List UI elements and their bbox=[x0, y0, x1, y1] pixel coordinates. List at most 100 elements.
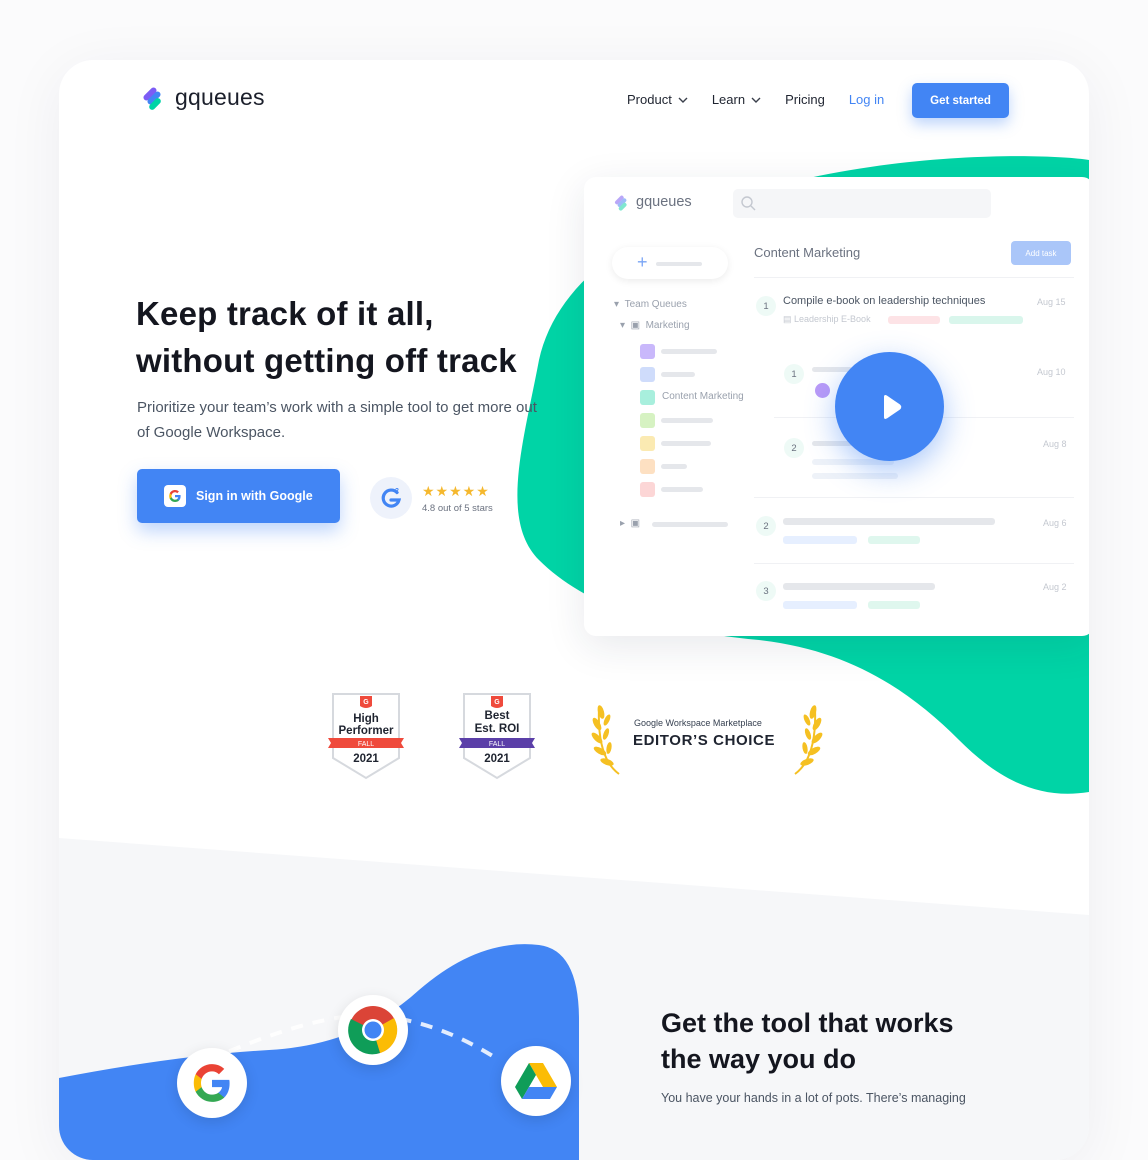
google-integration-icon bbox=[177, 1048, 247, 1118]
tag-pill bbox=[888, 316, 940, 324]
badge-bottom-text: Est. ROI bbox=[475, 723, 520, 735]
badge-bottom-text: Performer bbox=[339, 725, 394, 737]
placeholder-bar bbox=[783, 518, 995, 525]
g2-icon: 2 bbox=[370, 477, 412, 519]
queue-title: Content Marketing bbox=[754, 245, 861, 260]
nav-pricing[interactable]: Pricing bbox=[785, 92, 825, 107]
placeholder-bar bbox=[812, 441, 852, 446]
play-video-button[interactable] bbox=[835, 352, 944, 461]
task-date: Aug 15 bbox=[1037, 297, 1066, 307]
rating-text: 4.8 out of 5 stars bbox=[422, 502, 493, 514]
tag-pill bbox=[783, 601, 857, 609]
avatar bbox=[815, 383, 830, 398]
queue-color-square bbox=[640, 413, 655, 428]
editors-choice-big: EDITOR’S CHOICE bbox=[633, 732, 776, 749]
get-started-button[interactable]: Get started bbox=[912, 83, 1009, 118]
chrome-icon bbox=[348, 1006, 398, 1055]
badge-year: 2021 bbox=[353, 753, 379, 765]
placeholder-bar bbox=[812, 473, 898, 479]
chevron-down-icon bbox=[678, 97, 688, 103]
queue-color-square bbox=[640, 482, 655, 497]
hero-title-line1: Keep track of it all, bbox=[136, 295, 434, 332]
badge-top-text: High bbox=[353, 713, 379, 725]
main-nav: Product Learn Pricing Log in bbox=[627, 92, 906, 107]
nav-product[interactable]: Product bbox=[627, 92, 688, 107]
section2-paragraph: You have your hands in a lot of pots. Th… bbox=[661, 1091, 966, 1105]
queue-color-square bbox=[640, 459, 655, 474]
nav-product-label: Product bbox=[627, 92, 672, 107]
google-g-icon bbox=[193, 1064, 230, 1102]
placeholder-bar bbox=[656, 262, 702, 266]
drive-icon bbox=[515, 1063, 557, 1099]
tree-marketing[interactable]: ▾ ▣ Marketing bbox=[620, 320, 690, 331]
hero-subtitle: Prioritize your team’s work with a simpl… bbox=[137, 399, 537, 441]
divider bbox=[754, 563, 1074, 564]
gqueues-logo-icon bbox=[143, 87, 161, 110]
google-g-icon bbox=[164, 485, 186, 507]
drive-integration-icon bbox=[501, 1046, 571, 1116]
team-queues-label: Team Queues bbox=[624, 299, 687, 310]
placeholder-bar bbox=[661, 418, 713, 423]
placeholder-bar bbox=[652, 522, 728, 527]
editors-choice-badge: Google Workspace Marketplace EDITOR’S CH… bbox=[589, 698, 824, 778]
login-link[interactable]: Log in bbox=[849, 92, 884, 107]
section2-title-line1: Get the tool that works bbox=[661, 1008, 954, 1038]
tag-pill bbox=[868, 536, 920, 544]
badge-top-text: Best bbox=[485, 710, 510, 722]
plus-icon: + bbox=[637, 252, 648, 272]
task-attachment[interactable]: ▤ Leadership E-Book bbox=[783, 314, 871, 325]
placeholder-bar bbox=[661, 487, 703, 492]
svg-text:G: G bbox=[494, 699, 500, 706]
brand-name: gqueues bbox=[175, 83, 265, 110]
task-date: Aug 10 bbox=[1037, 367, 1066, 377]
brand-logo[interactable]: gqueues bbox=[139, 82, 265, 112]
placeholder-bar bbox=[661, 372, 695, 377]
chevron-down-icon bbox=[751, 97, 761, 103]
app-preview-logo: gqueues bbox=[612, 192, 692, 212]
task-priority: 1 bbox=[756, 296, 776, 316]
tree-team-queues[interactable]: ▾ Team Queues bbox=[614, 299, 687, 310]
laurel-icon bbox=[591, 705, 620, 775]
section2-title-line2: the way you do bbox=[661, 1044, 857, 1074]
sign-in-google-button[interactable]: Sign in with Google bbox=[137, 469, 340, 523]
g2-badge-icon: G High Performer FALL 2021 bbox=[328, 693, 404, 780]
tree-collapsed-folder[interactable]: ▸ ▣ bbox=[620, 518, 640, 529]
task-attachment-label: Leadership E-Book bbox=[794, 314, 871, 324]
g2-badge-icon: G Best Est. ROI FALL 2021 bbox=[459, 693, 535, 780]
divider bbox=[754, 277, 1074, 278]
placeholder-bar bbox=[812, 367, 852, 372]
task-title[interactable]: Compile e-book on leadership techniques bbox=[783, 295, 985, 307]
g2-badge-high-performer: G High Performer FALL 2021 bbox=[327, 692, 405, 785]
new-queue-button[interactable]: + bbox=[612, 247, 728, 279]
app-search-bar[interactable] bbox=[733, 189, 991, 218]
gqueues-logo-icon bbox=[614, 195, 627, 211]
badge-year: 2021 bbox=[484, 753, 510, 765]
placeholder-bar bbox=[661, 349, 717, 354]
subtask-priority: 2 bbox=[784, 438, 804, 458]
svg-text:2: 2 bbox=[395, 488, 399, 495]
chrome-integration-icon bbox=[338, 995, 408, 1065]
tag-pill bbox=[949, 316, 1023, 324]
content-marketing-sidebar-label[interactable]: Content Marketing bbox=[662, 391, 744, 402]
app-preview-window: gqueues + ▾ Team Queues ▾ ▣ Marketing Co… bbox=[584, 177, 1089, 636]
task-priority: 2 bbox=[756, 516, 776, 536]
divider bbox=[754, 497, 1074, 498]
search-icon bbox=[741, 196, 756, 211]
queue-color-square bbox=[640, 367, 655, 382]
badge-season: FALL bbox=[358, 741, 374, 748]
subtask-priority: 1 bbox=[784, 364, 804, 384]
nav-learn[interactable]: Learn bbox=[712, 92, 761, 107]
nav-pricing-label: Pricing bbox=[785, 92, 825, 107]
g2-rating[interactable]: 2 ★★★★★ 4.8 out of 5 stars bbox=[370, 477, 493, 519]
queue-color-square bbox=[640, 436, 655, 451]
tag-pill bbox=[783, 536, 857, 544]
task-date: Aug 6 bbox=[1043, 518, 1067, 528]
placeholder-bar bbox=[783, 583, 935, 590]
task-priority: 3 bbox=[756, 581, 776, 601]
section2-title: Get the tool that works the way you do bbox=[661, 1005, 954, 1077]
editors-choice-small: Google Workspace Marketplace bbox=[634, 718, 762, 728]
queue-color-square bbox=[640, 390, 655, 405]
tag-pill bbox=[868, 601, 920, 609]
add-task-button[interactable]: Add task bbox=[1011, 241, 1071, 265]
nav-learn-label: Learn bbox=[711, 92, 746, 107]
